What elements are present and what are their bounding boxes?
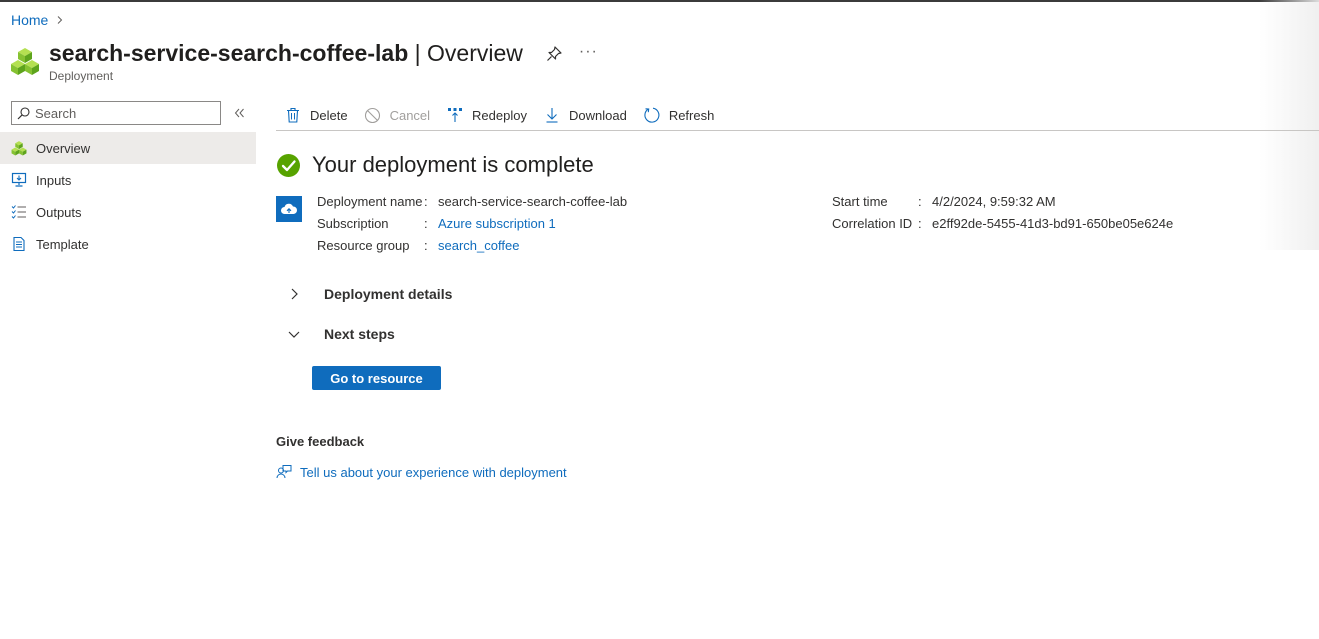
inputs-icon bbox=[11, 172, 27, 188]
property-key: Deployment name bbox=[317, 193, 423, 209]
chevron-right-icon bbox=[285, 285, 303, 303]
deployment-properties: Deployment name : search-service-search-… bbox=[317, 190, 627, 256]
status-message: Your deployment is complete bbox=[312, 152, 594, 177]
property-row: Start time : 4/2/2024, 9:59:32 AM bbox=[832, 190, 1173, 212]
property-row: Correlation ID : e2ff92de-5455-41d3-bd91… bbox=[832, 212, 1173, 234]
sidebar-item-outputs[interactable]: Outputs bbox=[0, 196, 256, 228]
property-key: Subscription bbox=[317, 215, 389, 231]
property-key: Resource group bbox=[317, 237, 410, 253]
cancel-button[interactable]: Cancel bbox=[364, 103, 430, 127]
delete-button[interactable]: Delete bbox=[284, 103, 348, 127]
chevron-right-icon bbox=[58, 16, 63, 24]
more-options-button[interactable]: ··· bbox=[579, 43, 598, 59]
trash-icon bbox=[284, 106, 302, 124]
resource-group-link[interactable]: search_coffee bbox=[438, 238, 519, 253]
feedback-link-label: Tell us about your experience with deplo… bbox=[300, 464, 567, 480]
cloud-deploy-icon bbox=[276, 196, 302, 222]
top-border bbox=[0, 0, 1319, 2]
property-key: Correlation ID bbox=[832, 215, 913, 231]
sidebar-search-box bbox=[11, 101, 221, 125]
breadcrumb-home-link[interactable]: Home bbox=[11, 12, 48, 28]
sidebar-nav: Overview Inputs Outputs Template bbox=[0, 132, 256, 260]
page-subtitle: Deployment bbox=[49, 69, 114, 83]
property-colon: : bbox=[424, 237, 428, 253]
download-label: Download bbox=[568, 107, 627, 123]
next-steps-toggle[interactable]: Next steps bbox=[285, 325, 395, 343]
property-row: Deployment name : search-service-search-… bbox=[317, 190, 627, 212]
page-title: search-service-search-coffee-lab | Overv… bbox=[49, 40, 523, 67]
redeploy-icon bbox=[446, 106, 464, 124]
resource-name: search-service-search-coffee-lab bbox=[49, 40, 409, 66]
deployment-cubes-icon bbox=[11, 140, 27, 156]
property-row: Resource group : search_coffee bbox=[317, 234, 627, 256]
go-to-resource-button[interactable]: Go to resource bbox=[312, 366, 441, 390]
cancel-icon bbox=[364, 106, 382, 124]
title-separator: | bbox=[408, 40, 428, 66]
redeploy-label: Redeploy bbox=[472, 107, 527, 123]
download-icon bbox=[543, 106, 561, 124]
outputs-icon bbox=[11, 204, 27, 220]
correlation-id-value: e2ff92de-5455-41d3-bd91-650be05e624e bbox=[932, 215, 1174, 231]
pin-icon[interactable] bbox=[545, 45, 563, 63]
property-key: Start time bbox=[832, 193, 888, 209]
page-header: search-service-search-coffee-lab | Overv… bbox=[10, 40, 598, 83]
sidebar-item-template[interactable]: Template bbox=[0, 228, 256, 260]
success-check-icon bbox=[277, 153, 300, 177]
page-name: Overview bbox=[427, 40, 523, 66]
start-time-value: 4/2/2024, 9:59:32 AM bbox=[932, 193, 1056, 209]
collapse-sidebar-icon[interactable] bbox=[233, 106, 247, 120]
refresh-icon bbox=[643, 106, 661, 124]
deployment-details-toggle[interactable]: Deployment details bbox=[285, 285, 452, 303]
breadcrumb: Home bbox=[11, 12, 64, 28]
deployment-status: Your deployment is complete bbox=[277, 152, 594, 178]
feedback-link[interactable]: Tell us about your experience with deplo… bbox=[276, 464, 567, 480]
sidebar-item-overview[interactable]: Overview bbox=[0, 132, 256, 164]
property-colon: : bbox=[918, 193, 922, 209]
refresh-label: Refresh bbox=[668, 107, 715, 123]
property-colon: : bbox=[424, 215, 428, 231]
sidebar-item-label: Template bbox=[36, 236, 89, 252]
property-colon: : bbox=[424, 193, 428, 209]
delete-label: Delete bbox=[310, 107, 348, 123]
redeploy-button[interactable]: Redeploy bbox=[446, 103, 527, 127]
sidebar-item-label: Outputs bbox=[36, 204, 82, 220]
command-bar: Delete Cancel Redeploy Download Refresh bbox=[276, 100, 1319, 131]
template-icon bbox=[11, 236, 27, 252]
next-steps-label: Next steps bbox=[324, 326, 395, 342]
search-icon bbox=[17, 106, 30, 119]
sidebar-item-label: Inputs bbox=[36, 172, 72, 188]
sidebar-item-label: Overview bbox=[36, 140, 91, 156]
deployment-details-label: Deployment details bbox=[324, 286, 453, 302]
deployment-name-value: search-service-search-coffee-lab bbox=[438, 193, 628, 209]
property-colon: : bbox=[918, 215, 922, 231]
sidebar-search-input[interactable] bbox=[35, 105, 215, 121]
sidebar-item-inputs[interactable]: Inputs bbox=[0, 164, 256, 196]
subscription-link[interactable]: Azure subscription 1 bbox=[438, 216, 556, 231]
deployment-properties-right: Start time : 4/2/2024, 9:59:32 AM Correl… bbox=[832, 190, 1173, 234]
feedback-heading: Give feedback bbox=[276, 434, 365, 449]
chevron-down-icon bbox=[285, 325, 303, 343]
refresh-button[interactable]: Refresh bbox=[643, 103, 715, 127]
property-row: Subscription : Azure subscription 1 bbox=[317, 212, 627, 234]
feedback-icon bbox=[276, 465, 292, 479]
download-button[interactable]: Download bbox=[543, 103, 627, 127]
deployment-cubes-icon bbox=[11, 48, 39, 75]
cancel-label: Cancel bbox=[389, 107, 431, 123]
